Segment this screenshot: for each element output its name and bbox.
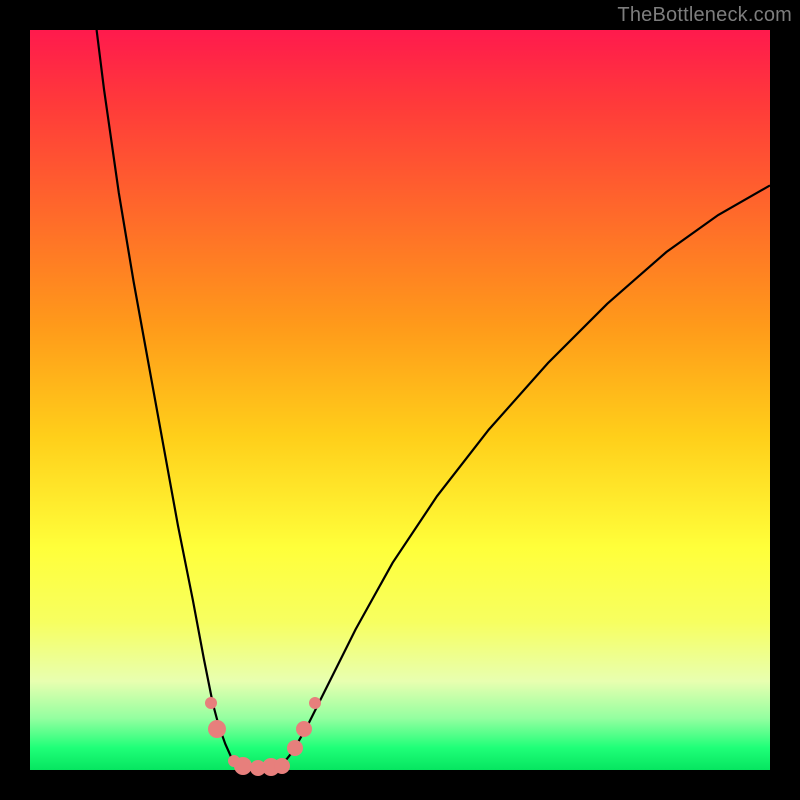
data-point-p8 [287,740,303,756]
data-point-p1 [205,697,217,709]
curve-right [282,185,770,765]
data-point-p10 [309,697,321,709]
data-point-p7 [274,758,290,774]
bottleneck-curve [30,30,770,770]
data-point-p9 [296,721,312,737]
plot-area [30,30,770,770]
curve-left [97,30,238,766]
data-point-p2 [208,720,226,738]
chart-frame: TheBottleneck.com [0,0,800,800]
watermark-text: TheBottleneck.com [617,4,792,27]
